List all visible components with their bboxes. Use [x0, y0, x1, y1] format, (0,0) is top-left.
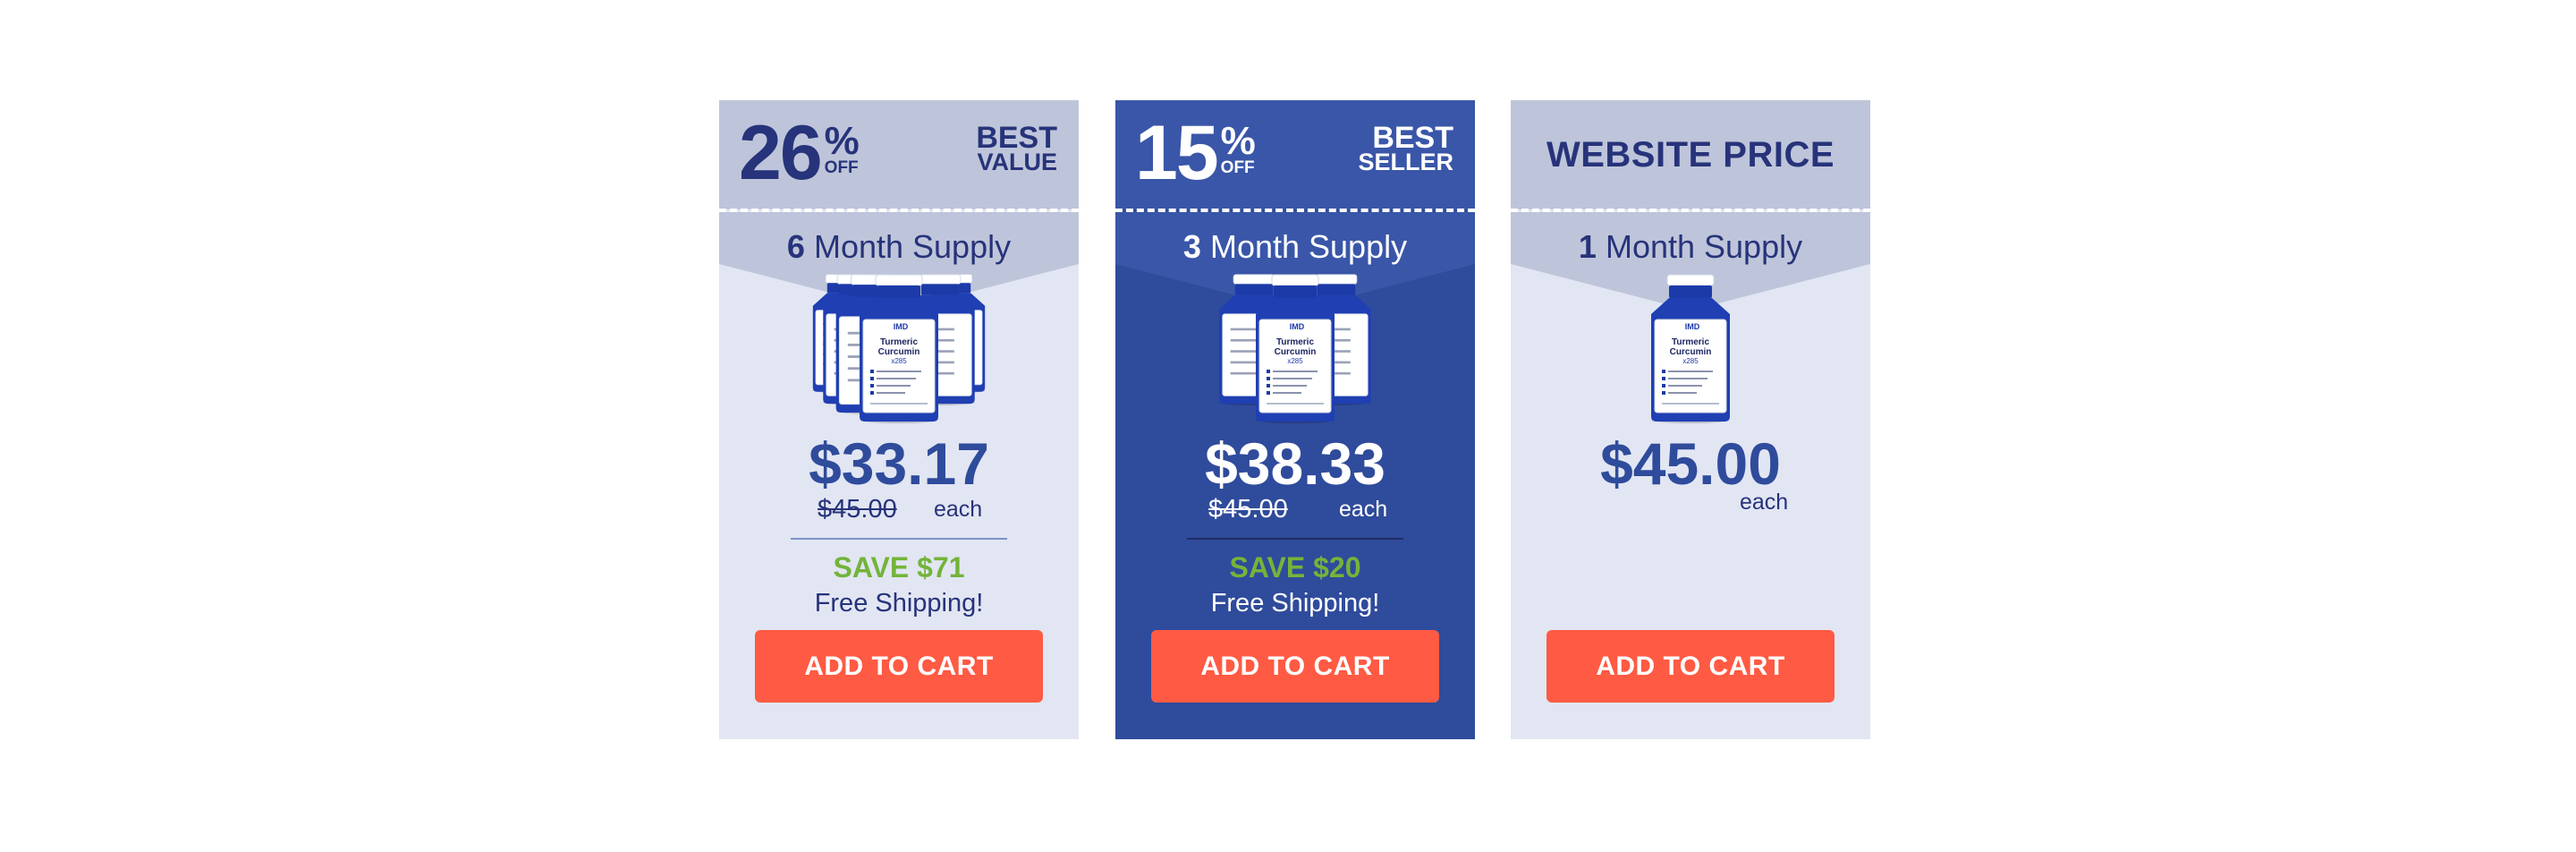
price-divider [791, 538, 1007, 540]
supply-title: 1 Month Supply [1511, 227, 1870, 267]
best-seller-tag: BEST SELLER [1358, 121, 1453, 175]
supply-count: 1 [1578, 228, 1597, 265]
supply-count: 6 [786, 228, 805, 265]
pricing-card-6-month: 26 % OFF BEST VALUE 6 Month Supply IMD Tu… [719, 100, 1079, 739]
svg-text:Curcumin: Curcumin [878, 347, 920, 357]
svg-text:IMD: IMD [1290, 322, 1305, 331]
svg-text:Curcumin: Curcumin [1275, 347, 1317, 357]
discount-number: 15 [1135, 110, 1219, 196]
website-price-label: WEBSITE PRICE [1546, 134, 1835, 175]
supply-title: 6 Month Supply [719, 227, 1079, 267]
supply-label: Month Supply [1605, 228, 1803, 265]
svg-text:x285: x285 [1287, 357, 1303, 365]
tag-line-1: BEST [976, 121, 1057, 155]
best-value-tag: BEST VALUE [976, 121, 1057, 175]
tag-line-1: BEST [1372, 121, 1453, 155]
bottle-group-image: IMD TurmericCurcuminx285 [1219, 274, 1371, 423]
bottle-group-image: IMD TurmericCurcuminx285 [1651, 274, 1730, 423]
savings-label: SAVE $20 [1229, 551, 1361, 584]
original-price: $45.00 [1208, 495, 1288, 524]
discount-badge: 15 % OFF [1135, 113, 1256, 193]
discount-off-label: OFF [1220, 158, 1255, 177]
discount-percent-sign: % [1220, 119, 1256, 163]
svg-text:IMD: IMD [894, 322, 909, 331]
unit-price: $45.00 [1600, 430, 1781, 497]
free-shipping-label: Free Shipping! [1210, 589, 1380, 618]
bottle-group-image: IMD TurmericCurcuminx285 [812, 274, 986, 423]
svg-text:Curcumin: Curcumin [1670, 347, 1712, 357]
add-to-cart-button[interactable]: ADD TO CART [755, 630, 1043, 703]
discount-percent-sign: % [824, 119, 860, 163]
unit-price: $38.33 [1205, 430, 1385, 497]
each-label: each [934, 497, 983, 522]
price-divider [1187, 538, 1403, 540]
unit-price: $33.17 [809, 430, 989, 497]
supply-label: Month Supply [1209, 228, 1408, 265]
tag-line-2: VALUE [977, 149, 1057, 175]
pricing-card-3-month: 15 % OFF BEST SELLER 3 Month Supply IMD T… [1115, 100, 1475, 739]
supply-title: 3 Month Supply [1115, 227, 1475, 267]
original-price: $45.00 [818, 495, 897, 524]
svg-text:IMD: IMD [1685, 322, 1700, 331]
svg-text:Turmeric: Turmeric [1672, 337, 1709, 347]
svg-text:x285: x285 [1682, 357, 1699, 365]
svg-text:Turmeric: Turmeric [880, 337, 918, 347]
add-to-cart-button[interactable]: ADD TO CART [1546, 630, 1835, 703]
add-to-cart-button[interactable]: ADD TO CART [1151, 630, 1439, 703]
savings-label: SAVE $71 [833, 551, 965, 584]
supply-count: 3 [1182, 228, 1201, 265]
tag-line-2: SELLER [1358, 149, 1453, 175]
free-shipping-label: Free Shipping! [814, 589, 984, 618]
discount-badge: 26 % OFF [739, 113, 860, 193]
supply-label: Month Supply [813, 228, 1012, 265]
each-label: each [1339, 497, 1388, 522]
discount-off-label: OFF [824, 158, 859, 177]
svg-text:Turmeric: Turmeric [1276, 337, 1314, 347]
discount-number: 26 [739, 110, 823, 196]
svg-text:x285: x285 [891, 357, 907, 365]
pricing-card-1-month: WEBSITE PRICE 1 Month Supply IMD Turmeric… [1511, 100, 1870, 739]
each-label: each [1740, 490, 1789, 515]
